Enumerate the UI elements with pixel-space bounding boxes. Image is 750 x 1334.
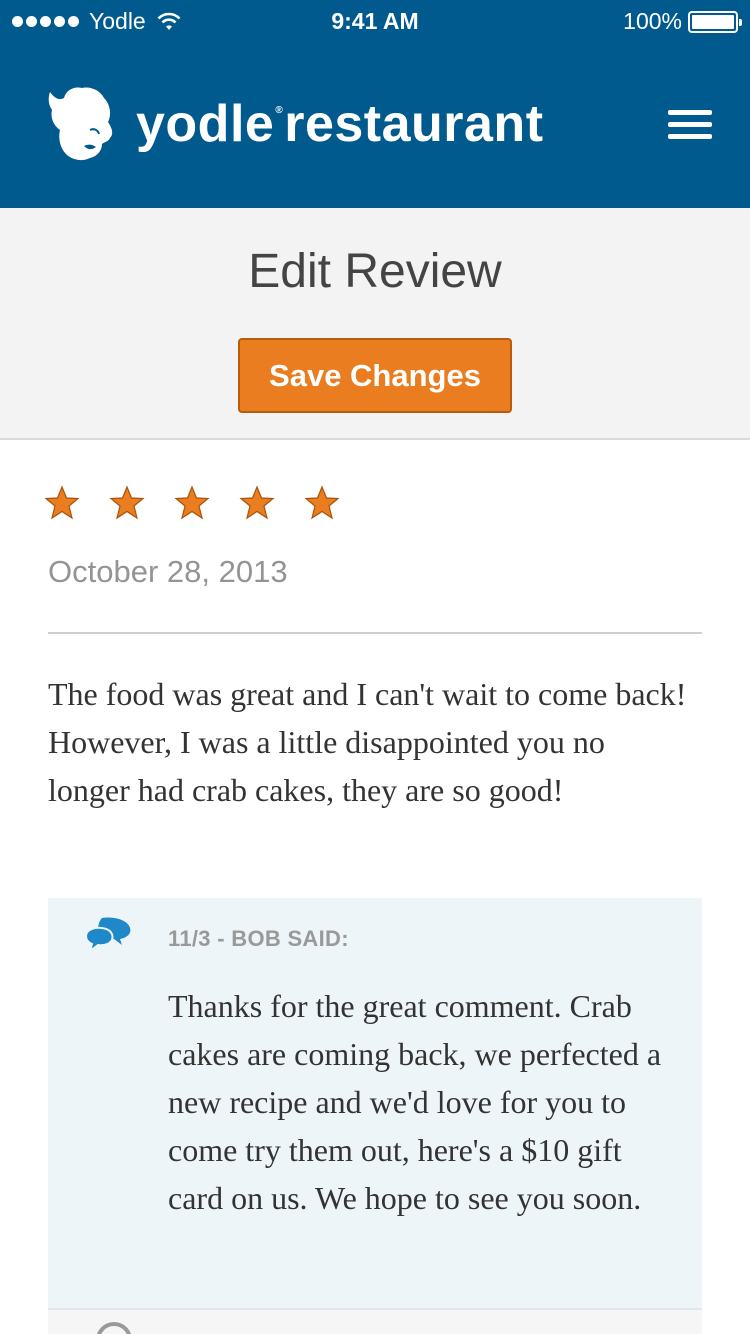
edit-review-bar: Edit Review Save Changes [0,208,750,440]
avatar [96,1322,132,1334]
star-icon[interactable] [44,485,80,521]
battery-icon [688,10,742,33]
page-title: Edit Review [248,245,502,298]
hamburger-menu-icon[interactable] [668,110,712,140]
yodle-head-logo-icon [48,87,113,161]
brand-logo[interactable]: yodle®restaurant [46,86,544,162]
brand-part-restaurant: restaurant [284,95,544,153]
speech-bubbles-icon [84,917,131,954]
star-icon[interactable] [109,485,145,521]
save-changes-button[interactable]: Save Changes [238,338,512,413]
star-icon[interactable] [174,485,210,521]
review-date: October 28, 2013 [48,554,288,589]
app-header: Yodle 9:41 AM 100% yodle®restaurant [0,0,750,208]
brand-name: yodle®restaurant [136,98,544,150]
divider [48,632,702,634]
star-rating[interactable] [44,485,340,521]
owner-reply: 11/3 - BOB SAID: Thanks for the great co… [48,898,702,1334]
reply-heading: 11/3 - BOB SAID: [168,926,349,951]
status-right: 100% [623,8,742,35]
next-reply-strip [48,1308,702,1334]
review-text[interactable]: The food was great and I can't wait to c… [48,670,688,814]
status-bar: Yodle 9:41 AM 100% [0,0,750,42]
registered-mark: ® [275,105,284,116]
brand-part-yodle: yodle [136,95,275,153]
star-icon[interactable] [239,485,275,521]
battery-percent: 100% [623,8,682,34]
star-icon[interactable] [304,485,340,521]
reply-text: Thanks for the great comment. Crab cakes… [168,988,662,1216]
